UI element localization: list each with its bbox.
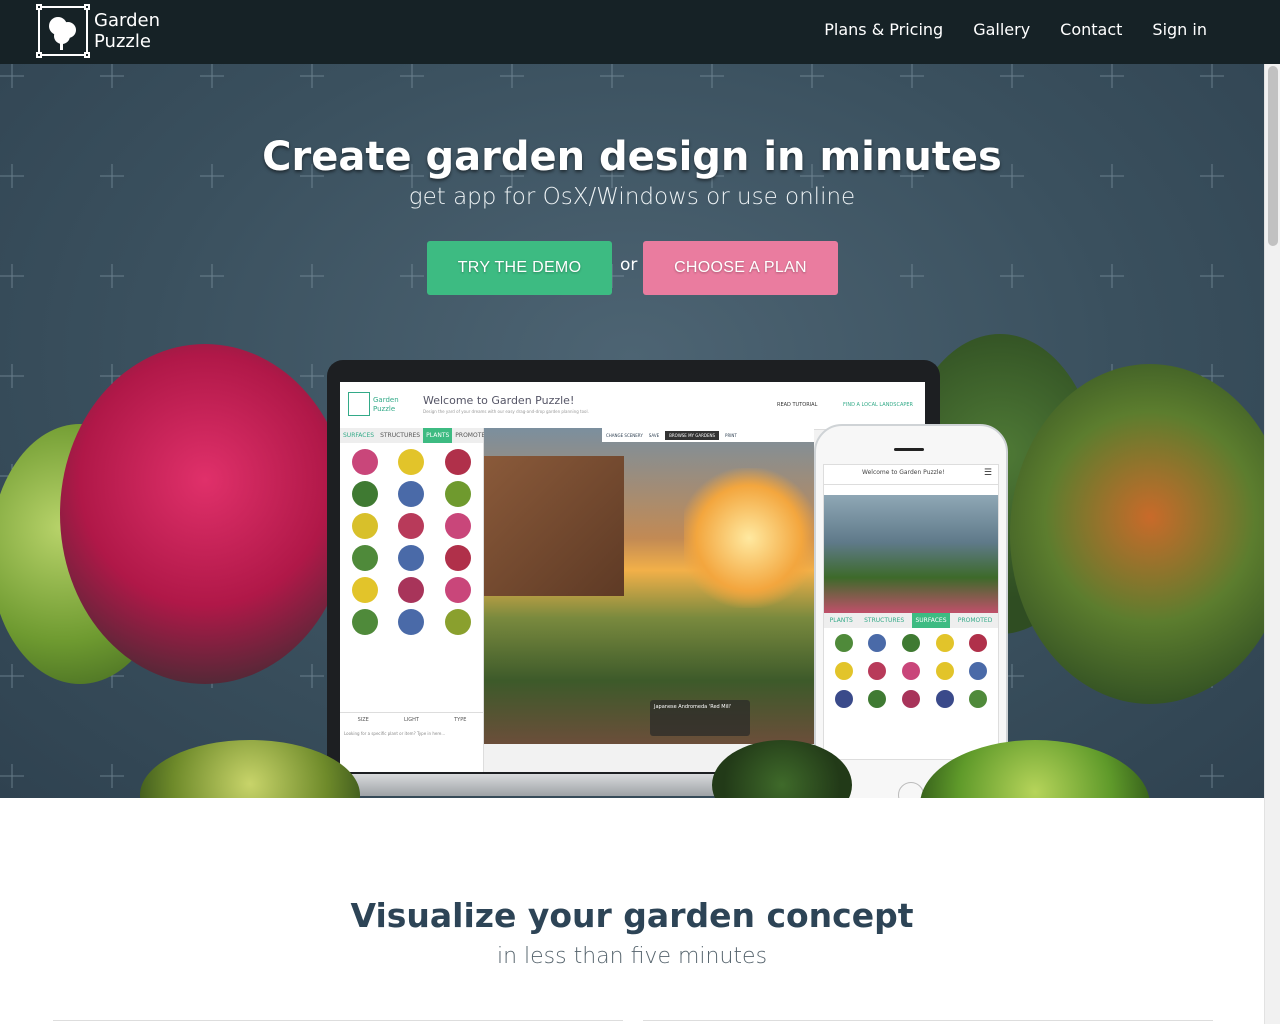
top-navigation-bar: Garden Puzzle Plans & Pricing Gallery Co… [0, 0, 1280, 64]
plant-item[interactable] [444, 449, 471, 475]
scrollbar-thumb[interactable] [1268, 66, 1278, 246]
plant-item[interactable] [352, 449, 379, 475]
plant-item[interactable] [444, 609, 471, 635]
plant-item[interactable] [352, 609, 379, 635]
app-header: Garden Puzzle Welcome to Garden Puzzle! … [340, 382, 925, 430]
plant-item[interactable] [834, 662, 853, 680]
phone-welcome: Welcome to Garden Puzzle! [862, 469, 945, 476]
scene-toolbar: CHANGE SCENERY SAVE BROWSE MY GARDENS PR… [602, 428, 814, 442]
plant-item[interactable] [398, 609, 425, 635]
type-filter[interactable]: TYPE [454, 717, 466, 723]
plant-item[interactable] [444, 577, 471, 603]
or-text: or [620, 255, 638, 275]
plant-item[interactable] [868, 690, 887, 708]
nav-contact[interactable]: Contact [1060, 20, 1122, 39]
browse-gardens-button[interactable]: BROWSE MY GARDENS [665, 430, 720, 440]
plant-item[interactable] [935, 662, 954, 680]
change-scenery-button[interactable]: CHANGE SCENERY [606, 433, 643, 438]
red-maple-illustration [60, 344, 350, 684]
phone-speaker [894, 448, 924, 451]
brand-line-2: Puzzle [94, 31, 151, 52]
tree-logo-icon [36, 4, 90, 58]
phone-tabs: PLANTS STRUCTURES SURFACES PROMOTED [824, 613, 998, 628]
plant-item[interactable] [901, 662, 920, 680]
phone-tab-surfaces[interactable]: SURFACES [912, 613, 950, 628]
plant-item[interactable] [398, 449, 425, 475]
section-subtitle: in less than five minutes [496, 944, 768, 969]
plant-sidebar: SURFACES STRUCTURES PLANTS PROMOTED SIZE… [340, 428, 490, 772]
nav-sign-in[interactable]: Sign in [1152, 20, 1207, 39]
brand-line-1: Garden [94, 10, 160, 31]
plant-item[interactable] [935, 634, 954, 652]
tab-structures[interactable]: STRUCTURES [377, 428, 423, 443]
plant-item[interactable] [868, 634, 887, 652]
plant-item[interactable] [834, 690, 853, 708]
plant-item[interactable] [398, 545, 425, 571]
garden-scene-canvas[interactable]: CHANGE SCENERY SAVE BROWSE MY GARDENS PR… [484, 428, 814, 744]
tab-plants[interactable]: PLANTS [423, 428, 453, 443]
print-button[interactable]: PRINT [725, 433, 737, 438]
plant-item[interactable] [398, 513, 425, 539]
hamburger-icon[interactable]: ☰ [984, 468, 992, 478]
page-scrollbar[interactable] [1264, 0, 1280, 1024]
choose-plan-button[interactable]: CHOOSE A PLAN [643, 241, 838, 295]
phone-app-screen: Welcome to Garden Puzzle! ☰ PLANTS STRUC… [823, 464, 999, 760]
house-image [484, 456, 624, 596]
try-demo-button[interactable]: TRY THE DEMO [427, 241, 612, 295]
plant-item[interactable] [352, 545, 379, 571]
plant-item[interactable] [935, 690, 954, 708]
phone-scene[interactable] [824, 495, 998, 613]
main-nav: Plans & Pricing Gallery Contact Sign in [824, 20, 1207, 39]
plant-item[interactable] [901, 690, 920, 708]
plant-item[interactable] [969, 690, 988, 708]
card-left-edge [53, 1020, 623, 1024]
app-logo-icon [348, 392, 370, 416]
phone-tab-plants[interactable]: PLANTS [827, 613, 856, 628]
plant-list [340, 443, 483, 641]
find-landscaper-link[interactable]: FIND A LOCAL LANDSCAPER [843, 402, 913, 408]
filter-bar: SIZE LIGHT TYPE [340, 712, 484, 726]
garden-puzzle-logo[interactable]: Garden Puzzle [36, 4, 160, 58]
plant-item[interactable] [969, 634, 988, 652]
save-button[interactable]: SAVE [649, 433, 659, 438]
size-filter[interactable]: SIZE [358, 717, 369, 723]
selected-plant-tooltip: Japanese Andromeda 'Red Mill' [650, 700, 750, 736]
nav-gallery[interactable]: Gallery [973, 20, 1030, 39]
hero-subtitle: get app for OsX/Windows or use online [408, 184, 856, 210]
hero-title: Create garden design in minutes [262, 134, 1002, 180]
plant-item[interactable] [352, 513, 379, 539]
app-brand: Garden Puzzle [373, 396, 399, 413]
plant-item[interactable] [444, 481, 471, 507]
plant-item[interactable] [444, 513, 471, 539]
app-welcome: Welcome to Garden Puzzle! [423, 394, 575, 407]
category-tabs: SURFACES STRUCTURES PLANTS PROMOTED [340, 428, 490, 443]
plant-item[interactable] [352, 577, 379, 603]
plant-item[interactable] [444, 545, 471, 571]
phone-mockup: Welcome to Garden Puzzle! ☰ PLANTS STRUC… [814, 424, 1008, 798]
tab-surfaces[interactable]: SURFACES [340, 428, 377, 443]
section-title: Visualize your garden concept [350, 896, 914, 935]
phone-plant-list [824, 628, 998, 714]
phone-tab-structures[interactable]: STRUCTURES [861, 613, 907, 628]
sunlight-image [684, 468, 814, 608]
plant-item[interactable] [868, 662, 887, 680]
features-section: Visualize your garden concept in less th… [0, 798, 1264, 1024]
plant-item[interactable] [969, 662, 988, 680]
read-tutorial-link[interactable]: READ TUTORIAL [777, 402, 817, 408]
card-right-edge [643, 1020, 1213, 1024]
app-tagline: Design the yard of your dreams with our … [423, 409, 589, 414]
plant-item[interactable] [398, 481, 425, 507]
hero-section: Create garden design in minutes get app … [0, 64, 1264, 798]
nav-plans-pricing[interactable]: Plans & Pricing [824, 20, 943, 39]
plant-item[interactable] [398, 577, 425, 603]
plant-item[interactable] [834, 634, 853, 652]
plant-item[interactable] [352, 481, 379, 507]
plant-item[interactable] [901, 634, 920, 652]
plant-search-input[interactable]: Looking for a specific plant or item? Ty… [344, 731, 480, 736]
light-filter[interactable]: LIGHT [404, 717, 419, 723]
phone-tab-promoted[interactable]: PROMOTED [955, 613, 996, 628]
phone-app-header: Welcome to Garden Puzzle! ☰ [824, 465, 998, 485]
